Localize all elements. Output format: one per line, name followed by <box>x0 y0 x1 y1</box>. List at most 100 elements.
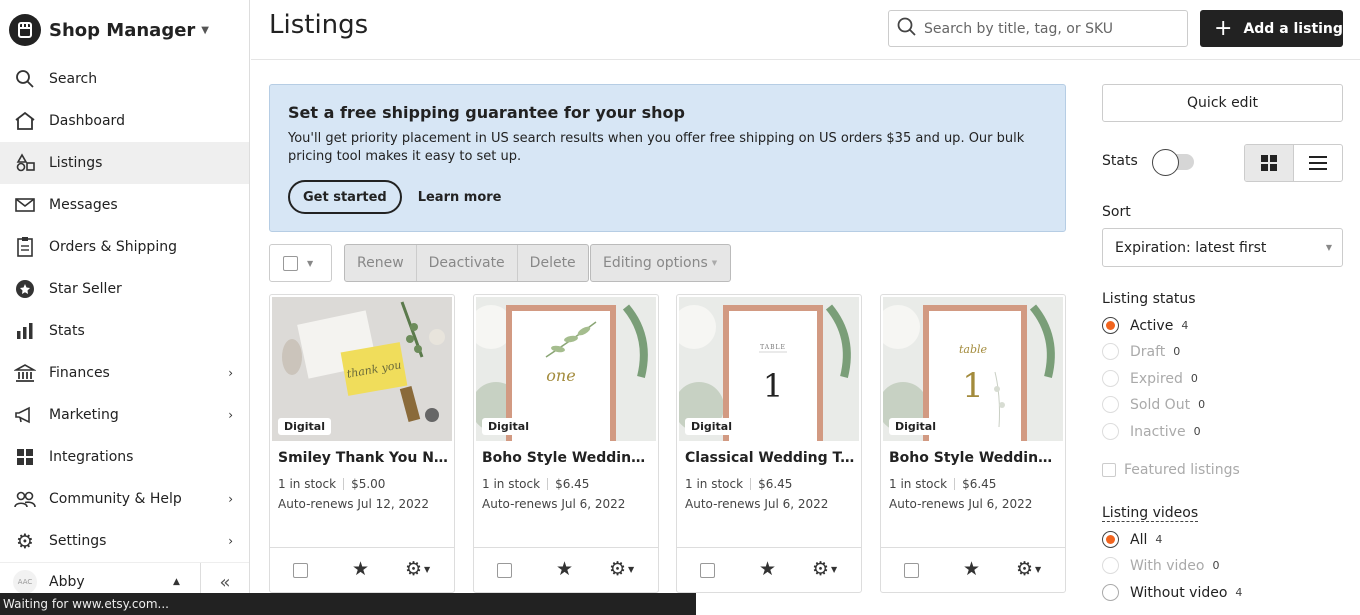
grid-icon <box>14 446 36 468</box>
learn-more-link[interactable]: Learn more <box>418 190 502 205</box>
listing-title[interactable]: Classical Wedding Tabl... <box>685 450 855 466</box>
select-all-checkbox[interactable] <box>283 255 298 271</box>
video-radio-with-video[interactable]: With video 0 <box>1102 557 1219 574</box>
add-listing-button[interactable]: + Add a listing <box>1200 10 1343 47</box>
status-radio-sold-out[interactable]: Sold Out 0 <box>1102 396 1205 413</box>
listing-checkbox[interactable] <box>700 563 715 578</box>
sidebar-item-orders[interactable]: Orders & Shipping <box>0 226 249 268</box>
stats-label: Stats <box>1102 153 1138 169</box>
listing-stock: 1 in stock <box>482 477 541 491</box>
radio-button[interactable] <box>1102 396 1119 413</box>
listing-card[interactable]: one Digital Boho Style Wedding Ta... 1 i… <box>473 294 659 593</box>
star-icon[interactable]: ★ <box>759 558 776 580</box>
listing-price: $6.45 <box>555 477 590 491</box>
sidebar-item-community[interactable]: Community & Help › <box>0 478 249 520</box>
search-input[interactable] <box>924 20 1174 37</box>
radio-label: Draft <box>1130 343 1166 360</box>
sidebar-item-settings[interactable]: ⚙ Settings › <box>0 520 249 562</box>
stats-toggle[interactable] <box>1152 149 1196 176</box>
featured-checkbox[interactable] <box>1102 463 1116 477</box>
search-icon <box>14 68 36 90</box>
status-radio-inactive[interactable]: Inactive 0 <box>1102 423 1201 440</box>
list-view-button[interactable] <box>1294 145 1343 181</box>
star-icon[interactable]: ★ <box>556 558 573 580</box>
quick-edit-button[interactable]: Quick edit <box>1102 84 1343 122</box>
editing-options-button[interactable]: Editing options ▼ <box>590 244 731 282</box>
listing-checkbox[interactable] <box>497 563 512 578</box>
get-started-button[interactable]: Get started <box>288 180 402 214</box>
card-image-text: 1 <box>962 366 984 406</box>
sidebar-item-label: Finances <box>49 365 110 381</box>
digital-badge: Digital <box>482 418 535 435</box>
gear-icon[interactable]: ⚙ ▼ <box>1016 558 1041 580</box>
search-icon <box>897 17 917 41</box>
page-header: Listings + Add a listing <box>251 0 1360 60</box>
sidebar-item-dashboard[interactable]: Dashboard <box>0 100 249 142</box>
delete-button[interactable]: Delete <box>518 245 588 281</box>
listing-price: $5.00 <box>351 477 386 491</box>
shop-manager-menu[interactable]: Shop Manager ▼ <box>0 0 249 60</box>
listing-card[interactable]: TABLE 1 Digital Classical Wedding Tabl..… <box>676 294 862 593</box>
video-radio-without-video[interactable]: Without video 4 <box>1102 584 1242 601</box>
sidebar-item-stats[interactable]: Stats <box>0 310 249 352</box>
deactivate-button[interactable]: Deactivate <box>417 245 518 281</box>
renew-button[interactable]: Renew <box>345 245 417 281</box>
radio-button[interactable] <box>1102 423 1119 440</box>
radio-button[interactable] <box>1102 343 1119 360</box>
radio-button[interactable] <box>1102 557 1119 574</box>
listing-videos-label[interactable]: Listing videos <box>1102 505 1199 522</box>
listing-meta: 1 in stock $6.45 <box>889 477 996 491</box>
radio-button[interactable] <box>1102 584 1119 601</box>
sidebar-item-label: Community & Help <box>49 491 182 507</box>
sidebar-item-label: Marketing <box>49 407 119 423</box>
featured-listings-filter[interactable]: Featured listings <box>1102 462 1240 478</box>
card-actions: ★ ⚙ ▼ <box>270 547 454 593</box>
sort-select[interactable]: Expiration: latest first ▼ <box>1102 228 1343 267</box>
gear-icon[interactable]: ⚙ ▼ <box>812 558 837 580</box>
digital-badge: Digital <box>278 418 331 435</box>
listing-checkbox[interactable] <box>904 563 919 578</box>
bulk-action-group: Renew Deactivate Delete <box>344 244 589 282</box>
radio-button[interactable] <box>1102 370 1119 387</box>
listing-title[interactable]: Boho Style Wedding Ta... <box>889 450 1059 466</box>
sidebar-item-listings[interactable]: Listings <box>0 142 249 184</box>
clipboard-icon <box>14 236 36 258</box>
listing-stock: 1 in stock <box>889 477 948 491</box>
chevron-down-icon: ▼ <box>711 259 718 267</box>
video-radio-all[interactable]: All 4 <box>1102 531 1162 548</box>
status-radio-draft[interactable]: Draft 0 <box>1102 343 1180 360</box>
card-actions: ★ ⚙ ▼ <box>677 547 861 593</box>
star-icon[interactable]: ★ <box>352 558 369 580</box>
chevron-down-icon: ▼ <box>307 258 314 268</box>
listing-image: thank you Digital <box>272 297 452 441</box>
listing-price: $6.45 <box>962 477 997 491</box>
gear-icon[interactable]: ⚙ ▼ <box>609 558 634 580</box>
sidebar-item-integrations[interactable]: Integrations <box>0 436 249 478</box>
sidebar-item-search[interactable]: Search <box>0 58 249 100</box>
digital-badge: Digital <box>889 418 942 435</box>
radio-button[interactable] <box>1102 531 1119 548</box>
sidebar-item-star-seller[interactable]: Star Seller <box>0 268 249 310</box>
listing-title[interactable]: Smiley Thank You Note ... <box>278 450 448 466</box>
mail-icon <box>14 194 36 216</box>
sidebar-item-label: Star Seller <box>49 281 122 297</box>
sidebar-item-label: Stats <box>49 323 85 339</box>
listing-checkbox[interactable] <box>293 563 308 578</box>
sidebar-item-finances[interactable]: Finances › <box>0 352 249 394</box>
listing-card[interactable]: table 1 Digital Boho Style Wedding Ta...… <box>880 294 1066 593</box>
select-all-dropdown[interactable]: ▼ <box>269 244 332 282</box>
listing-card[interactable]: thank you Digital Smiley Thank You Note … <box>269 294 455 593</box>
listing-title[interactable]: Boho Style Wedding Ta... <box>482 450 652 466</box>
chevron-right-icon: › <box>228 492 233 506</box>
listing-renewal: Auto-renews Jul 6, 2022 <box>685 497 829 511</box>
radio-count: 0 <box>1212 559 1220 572</box>
grid-view-button[interactable] <box>1245 145 1294 181</box>
sidebar-item-messages[interactable]: Messages <box>0 184 249 226</box>
radio-button[interactable] <box>1102 317 1119 334</box>
sidebar-item-marketing[interactable]: Marketing › <box>0 394 249 436</box>
status-radio-expired[interactable]: Expired 0 <box>1102 370 1198 387</box>
gear-icon[interactable]: ⚙ ▼ <box>405 558 430 580</box>
star-icon[interactable]: ★ <box>963 558 980 580</box>
star-seller-icon <box>14 278 36 300</box>
status-radio-active[interactable]: Active 4 <box>1102 317 1188 334</box>
